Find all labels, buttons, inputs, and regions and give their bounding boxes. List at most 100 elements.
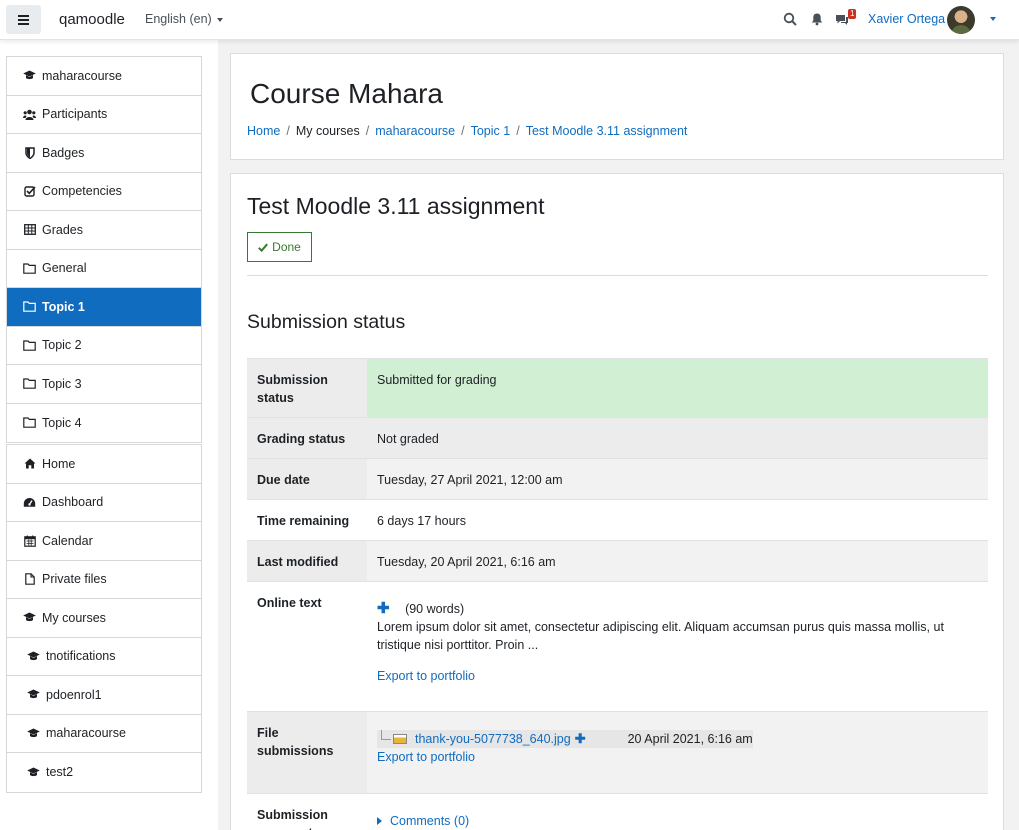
image-file-icon (393, 734, 407, 744)
graduation-cap-icon (27, 688, 40, 701)
comments-cell: Comments (0) (367, 794, 988, 830)
breadcrumb-topic[interactable]: Topic 1 (471, 124, 511, 138)
sidebar-item-label: tnotifications (46, 649, 116, 664)
dashboard-icon (23, 496, 36, 509)
site-name[interactable]: qamoodle (59, 11, 125, 28)
sidebar-item-private-files[interactable]: Private files (7, 561, 201, 599)
sidebar-item-course-tnotifications[interactable]: tnotifications (7, 638, 201, 676)
row-label: File submissions (247, 711, 367, 794)
assignment-title: Test Moodle 3.11 assignment (247, 193, 545, 219)
grading-status-value: Not graded (377, 432, 439, 446)
folder-icon (23, 377, 36, 390)
word-count: (90 words) (405, 602, 465, 616)
table-row: File submissions thank-you-5077738_640.j… (247, 711, 988, 794)
online-text-excerpt: Lorem ipsum dolor sit amet, consectetur … (377, 620, 944, 652)
graduation-cap-icon (27, 766, 40, 779)
sidebar-item-topic-4[interactable]: Topic 4 (7, 404, 201, 443)
breadcrumb-assignment[interactable]: Test Moodle 3.11 assignment (526, 124, 688, 138)
graduation-cap-icon (27, 727, 40, 740)
sidebar-item-general[interactable]: General (7, 250, 201, 288)
expand-plus-icon[interactable]: ✚ (575, 730, 586, 748)
sidebar-item-competencies[interactable]: Competencies (7, 173, 201, 211)
user-avatar[interactable] (947, 6, 975, 34)
hamburger-icon (18, 18, 29, 21)
sidebar-item-topic-2[interactable]: Topic 2 (7, 327, 201, 365)
sidebar-item-label: My courses (42, 610, 106, 625)
sidebar-item-participants[interactable]: Participants (7, 96, 201, 134)
submission-status-value: Submitted for grading (367, 358, 988, 418)
messages-icon[interactable] (835, 12, 849, 26)
shield-icon (23, 146, 36, 159)
done-button[interactable]: Done (247, 232, 312, 262)
row-label: Submission status (247, 358, 367, 418)
time-remaining-value: 6 days 17 hours (377, 514, 466, 528)
comments-toggle[interactable]: Comments (0) (377, 812, 469, 830)
table-row: Online text ✚ (90 words) Lorem ipsum dol… (247, 581, 988, 712)
user-menu-caret-icon[interactable] (990, 17, 996, 21)
sidebar-item-topic-1[interactable]: Topic 1 (7, 288, 201, 327)
export-portfolio-link[interactable]: Export to portfolio (377, 750, 475, 764)
page-header: Course Mahara Home / My courses / maharacour… (230, 53, 1004, 160)
sidebar-item-course-maharacourse[interactable]: maharacourse (7, 715, 201, 753)
bell-icon[interactable] (810, 12, 824, 26)
user-name[interactable]: Xavier Ortega (868, 12, 945, 26)
row-label: Due date (247, 458, 367, 500)
check-icon (258, 243, 269, 252)
file-date: 20 April 2021, 6:16 am (627, 732, 753, 746)
sidebar-item-badges[interactable]: Badges (7, 134, 201, 173)
sidebar-item-label: maharacourse (46, 726, 126, 741)
breadcrumb: Home / My courses / maharacourse / Topic 1 / Tes… (247, 124, 687, 138)
drawer-toggle-button[interactable] (6, 5, 41, 34)
file-link[interactable]: thank-you-5077738_640.jpg (415, 730, 571, 748)
graduation-cap-icon (23, 611, 36, 624)
sidebar-item-label: Topic 2 (42, 338, 82, 353)
breadcrumb-separator: / (365, 124, 370, 138)
message-count-badge: 1 (848, 9, 857, 19)
sidebar-item-label: General (42, 261, 87, 276)
expand-plus-icon[interactable]: ✚ (377, 600, 390, 617)
done-label: Done (272, 240, 301, 254)
table-row: Grading status Not graded (247, 417, 988, 459)
site-nav-group: Home Dashboard Calendar Private files My… (6, 444, 202, 793)
sidebar-item-label: Private files (42, 572, 107, 587)
graduation-cap-icon (23, 69, 36, 82)
sidebar-item-course-pdoenrol1[interactable]: pdoenrol1 (7, 676, 201, 715)
course-nav-group: maharacourse Participants Badges Compete… (6, 56, 202, 443)
sidebar-item-label: test2 (46, 765, 74, 780)
sidebar-item-label: pdoenrol1 (46, 687, 102, 702)
sidebar-item-course-test2[interactable]: test2 (7, 753, 201, 792)
sidebar-item-label: Badges (42, 145, 85, 160)
main-content: Test Moodle 3.11 assignment Done Submiss… (230, 173, 1004, 830)
breadcrumb-home[interactable]: Home (247, 124, 280, 138)
sidebar-item-label: Grades (42, 222, 83, 237)
nav-drawer: maharacourse Participants Badges Compete… (0, 40, 218, 830)
tree-branch-icon (381, 730, 391, 740)
breadcrumb-my-courses: My courses (295, 124, 360, 138)
home-icon (23, 457, 36, 470)
sidebar-item-calendar[interactable]: Calendar (7, 522, 201, 561)
file-entry: thank-you-5077738_640.jpg ✚ 20 April 202… (377, 730, 753, 748)
sidebar-item-label: Dashboard (42, 495, 104, 510)
sidebar-item-label: Participants (42, 107, 108, 122)
language-menu[interactable]: English (en) (145, 12, 223, 26)
sidebar-item-grades[interactable]: Grades (7, 211, 201, 250)
table-row: Last modified Tuesday, 20 April 2021, 6:… (247, 540, 988, 582)
comments-link-label: Comments (0) (390, 814, 470, 828)
sidebar-item-dashboard[interactable]: Dashboard (7, 484, 201, 522)
export-portfolio-link[interactable]: Export to portfolio (377, 669, 475, 683)
breadcrumb-course[interactable]: maharacourse (375, 124, 455, 138)
sidebar-item-topic-3[interactable]: Topic 3 (7, 365, 201, 404)
sidebar-item-home[interactable]: Home (7, 445, 201, 484)
last-modified-value: Tuesday, 20 April 2021, 6:16 am (377, 555, 556, 569)
caret-right-icon (377, 817, 382, 825)
submission-status-heading: Submission status (247, 311, 406, 333)
sidebar-item-my-courses[interactable]: My courses (7, 599, 201, 638)
folder-icon (23, 416, 36, 429)
top-navbar: qamoodle English (en) 1 Xavier Ortega (0, 0, 1019, 40)
sidebar-item-label: Topic 4 (42, 415, 82, 430)
sidebar-item-label: Calendar (42, 533, 93, 548)
row-label: Time remaining (257, 514, 350, 528)
sidebar-item-course[interactable]: maharacourse (7, 57, 201, 96)
search-icon[interactable] (783, 12, 797, 26)
online-text-cell: ✚ (90 words) Lorem ipsum dolor sit amet,… (367, 582, 988, 712)
